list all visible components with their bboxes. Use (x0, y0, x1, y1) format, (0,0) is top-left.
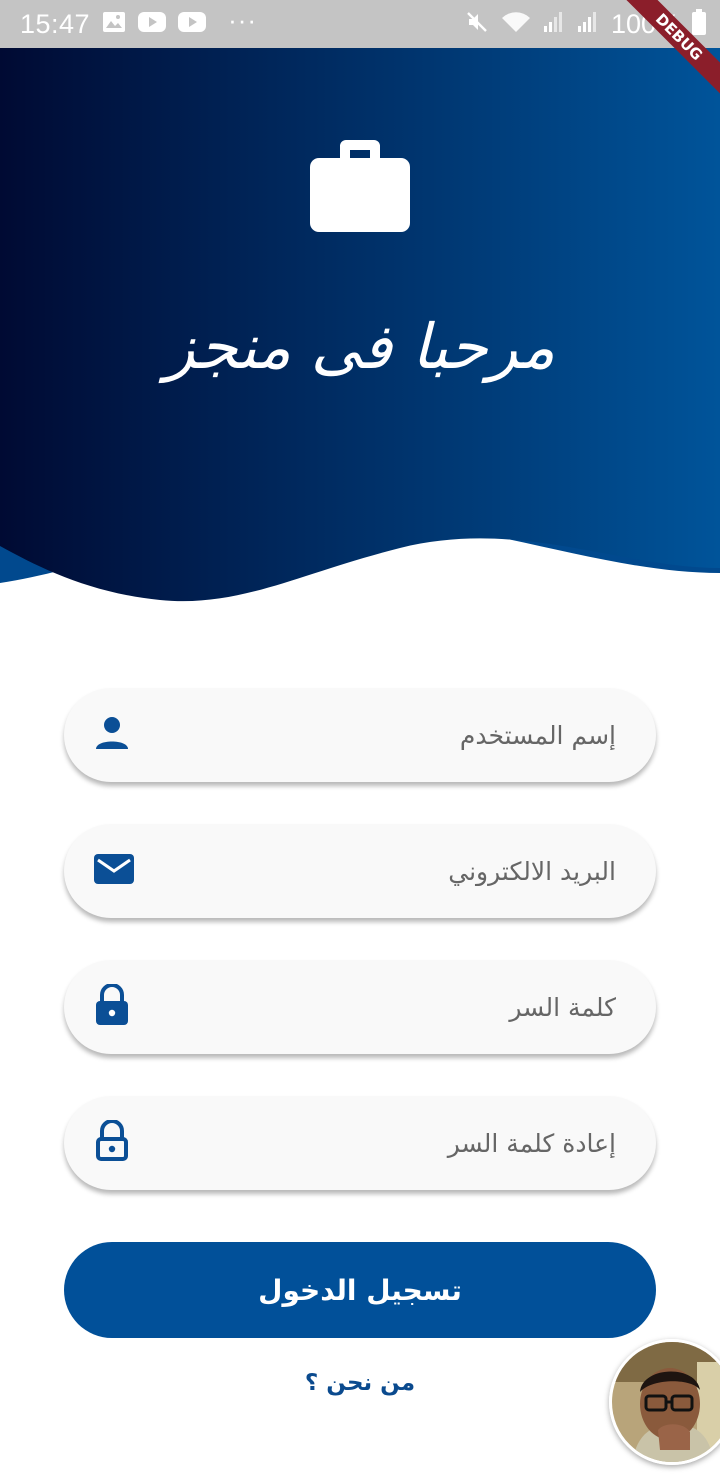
confirm-password-field[interactable] (64, 1096, 656, 1190)
username-input[interactable] (160, 688, 616, 782)
wifi-icon (501, 10, 531, 39)
login-button[interactable]: تسجيل الدخول (64, 1242, 656, 1338)
password-input[interactable] (160, 960, 616, 1054)
image-icon (102, 11, 126, 38)
signal-icon (543, 10, 565, 39)
debug-banner-label: DEBUG (618, 0, 720, 98)
header: مرحبا فى منجز (0, 48, 720, 608)
mute-icon (465, 10, 489, 39)
youtube-icon (178, 11, 207, 37)
avatar[interactable] (609, 1339, 720, 1465)
welcome-title: مرحبا فى منجز (164, 310, 556, 383)
username-field[interactable] (64, 688, 656, 782)
person-icon (94, 715, 130, 755)
confirm-password-input[interactable] (160, 1096, 616, 1190)
status-left: 15:47 ··· (20, 5, 257, 40)
mail-icon (94, 852, 134, 890)
avatar-image (612, 1342, 720, 1462)
status-time: 15:47 (20, 8, 91, 39)
debug-banner: DEBUG (600, 0, 720, 120)
lock-outline-icon (94, 1119, 130, 1166)
youtube-icon (138, 11, 167, 37)
signal-icon (577, 10, 599, 39)
lock-icon (94, 983, 130, 1030)
email-field[interactable] (64, 824, 656, 918)
email-input[interactable] (160, 824, 616, 918)
password-field[interactable] (64, 960, 656, 1054)
more-dots-icon: ··· (228, 4, 258, 35)
